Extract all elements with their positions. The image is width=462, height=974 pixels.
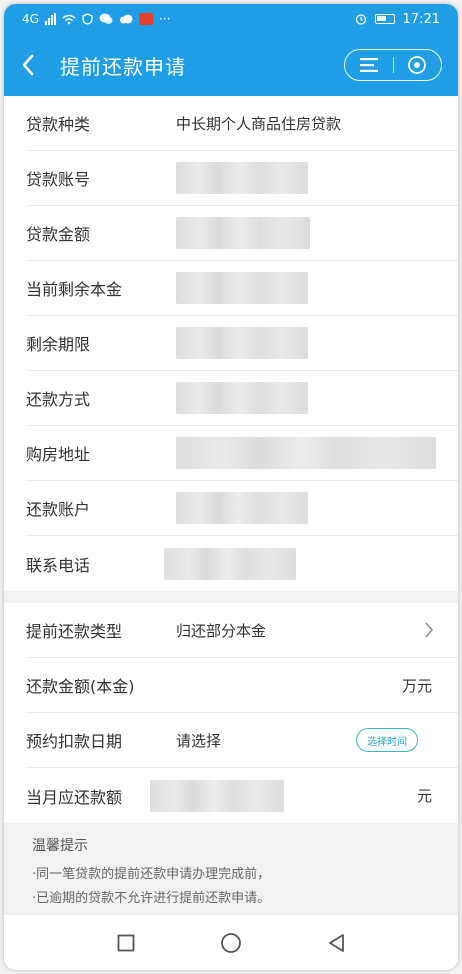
repay-amount-row[interactable]: 还款金额(本金) 万元 [26,658,458,713]
back-button[interactable] [4,34,52,96]
tip-item: ·已逾期的贷款不允许进行提前还款申请。 [32,891,271,906]
select-time-button[interactable]: 选择时间 [356,728,418,752]
redacted-value [150,779,284,812]
monthly-payment-row: 当月应还款额 元 [26,768,458,823]
battery-icon [374,14,395,24]
wifi-icon [62,14,76,24]
remaining-principal-row: 当前剩余本金 [26,261,458,316]
close-target-icon [408,56,427,74]
circle-icon [221,932,241,953]
home-button[interactable] [211,923,251,963]
title-bar: 提前还款申请 [4,34,458,96]
signal-icon [44,13,56,25]
remaining-term-row: 剩余期限 [26,316,458,371]
tips-section: 温馨提示 ·同一笔贷款的提前还款申请办理完成前， ·已逾期的贷款不允许进行提前还… [4,823,458,919]
loan-amount-row: 贷款金额 [26,206,458,261]
phone-frame: 4G ··· 17:21 提前还款申请 贷款种类 中长期个人商品住房贷款 贷款账… [4,4,458,970]
phone-label: 联系电话 [26,555,91,575]
repayment-method-label: 还款方式 [26,390,91,409]
alarm-icon [355,14,366,25]
remaining-term-label: 剩余期限 [26,335,91,354]
system-nav-bar [4,914,458,970]
chevron-right-icon [425,622,433,638]
redacted-value [164,547,296,580]
redacted-value [176,217,310,249]
status-right: 17:21 [355,12,440,27]
deduct-date-placeholder[interactable]: 请选择 [176,730,221,751]
menu-button[interactable] [345,50,393,80]
phone-row: 联系电话 [26,536,458,591]
redacted-value [176,272,308,304]
network-label: 4G [22,12,39,26]
property-address-label: 购房地址 [26,445,91,464]
nav-back-button[interactable] [316,923,356,963]
status-time: 17:21 [402,11,440,27]
status-bar: 4G ··· 17:21 [4,4,458,34]
loan-type-value: 中长期个人商品住房贷款 [176,114,342,133]
loan-account-label: 贷款账号 [26,170,91,189]
repay-amount-unit: 万元 [401,676,432,695]
loan-type-label: 贷款种类 [26,115,91,134]
tips-title: 温馨提示 [32,838,88,854]
deduct-date-row: 预约扣款日期 请选择 选择时间 [26,713,458,768]
repayment-account-row: 还款账户 [26,481,458,536]
status-left: 4G ··· [22,12,170,26]
chevron-left-icon [22,54,34,76]
tip-item: ·同一笔贷款的提前还款申请办理完成前， [32,867,271,882]
loan-type-row: 贷款种类 中长期个人商品住房贷款 [26,96,458,151]
chat-icon [99,13,113,24]
deduct-date-label: 预约扣款日期 [26,732,123,751]
remaining-principal-label: 当前剩余本金 [26,280,123,299]
loan-amount-label: 贷款金额 [26,225,91,244]
shield-icon [82,13,93,25]
redacted-value [176,492,308,524]
menu-icon [359,58,378,72]
close-button[interactable] [394,50,442,80]
redacted-value [176,382,308,414]
repay-type-label: 提前还款类型 [26,622,123,641]
repay-type-value: 归还部分本金 [176,621,267,640]
redacted-value [176,162,308,194]
recent-apps-button[interactable] [106,923,146,963]
cloud-icon [119,14,133,24]
loan-info-section: 贷款种类 中长期个人商品住房贷款 贷款账号 贷款金额 当前剩余本金 剩余期限 还… [4,96,458,591]
loan-account-row: 贷款账号 [26,151,458,206]
section-gap [4,591,458,603]
repay-amount-label: 还款金额(本金) [26,677,135,696]
repayment-account-label: 还款账户 [26,500,91,519]
triangle-back-icon [328,933,344,952]
page-title: 提前还款申请 [60,54,186,79]
repayment-method-row: 还款方式 [26,371,458,426]
redacted-value [176,327,308,359]
property-address-row: 购房地址 [26,426,458,481]
app-notification-icon [138,13,153,25]
repay-type-row[interactable]: 提前还款类型 归还部分本金 [26,603,458,658]
repay-form-section: 提前还款类型 归还部分本金 还款金额(本金) 万元 预约扣款日期 请选择 选择时… [4,603,458,823]
more-notifications-icon: ··· [158,12,171,26]
redacted-value [176,437,436,469]
monthly-payment-unit: 元 [416,787,432,805]
square-icon [117,934,135,951]
mini-program-capsule [344,49,442,81]
